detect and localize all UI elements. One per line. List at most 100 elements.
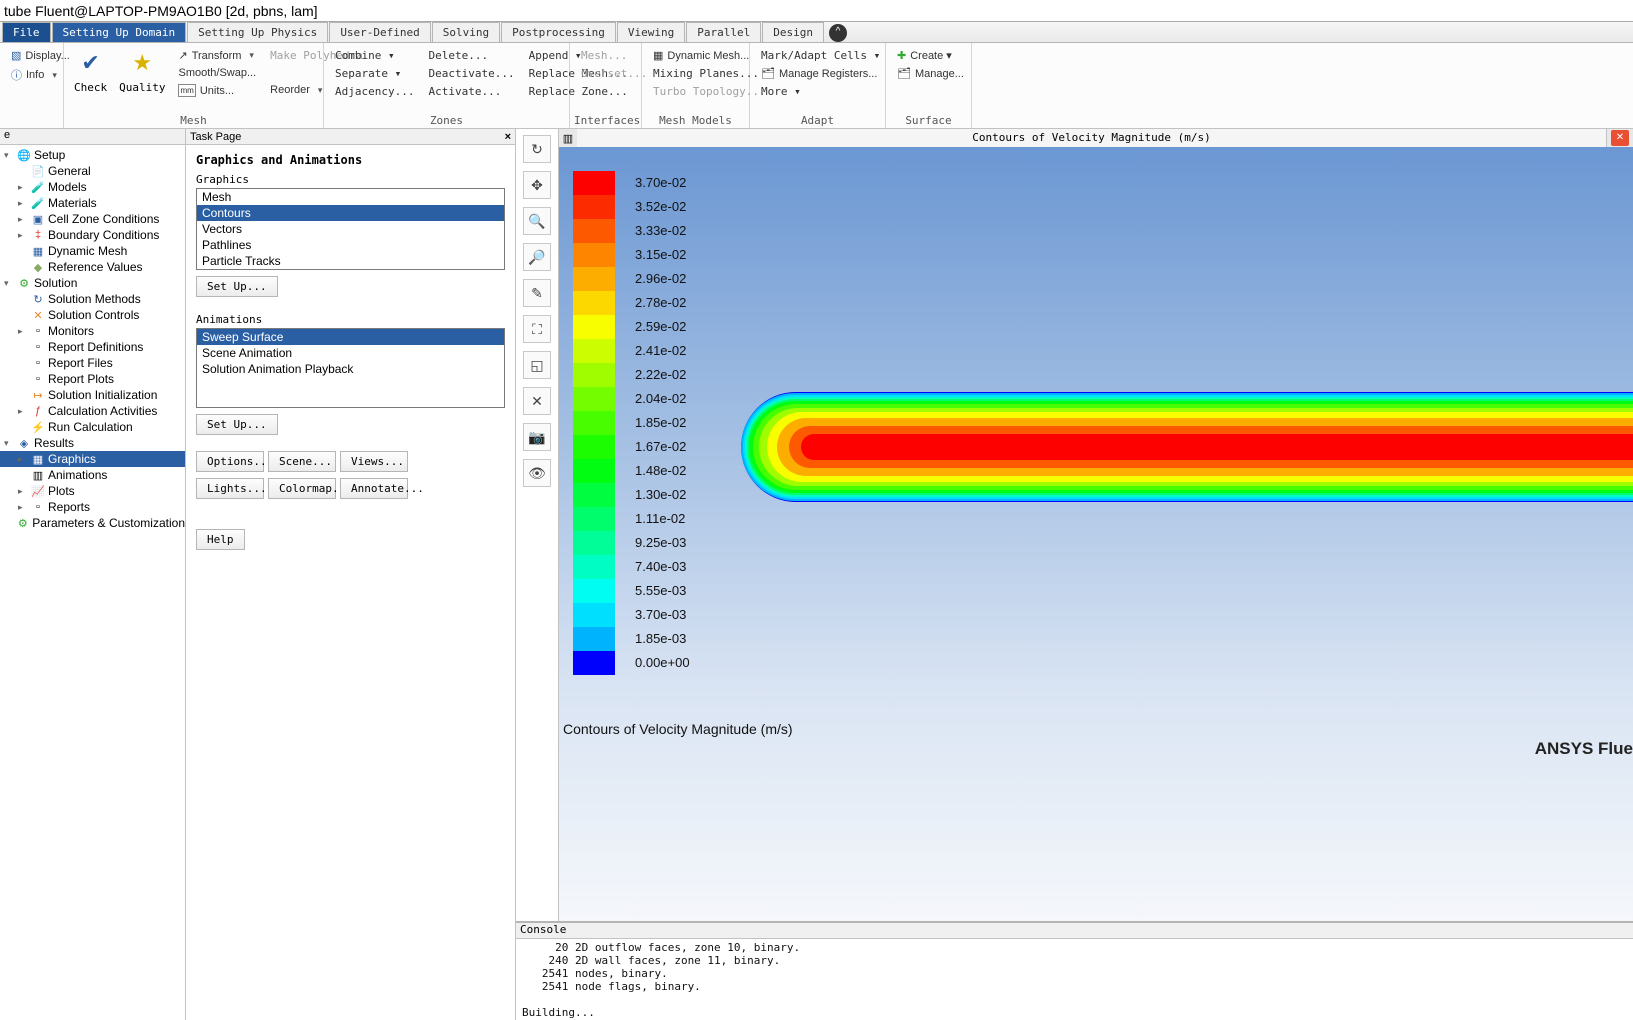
group-mesh-label: Mesh [68, 114, 319, 128]
plot-caption: Contours of Velocity Magnitude (m/s) [563, 721, 793, 737]
graphics-listbox[interactable]: MeshContoursVectorsPathlinesParticle Tra… [196, 188, 505, 270]
tree-item-reference-values[interactable]: ◆Reference Values [0, 259, 185, 275]
task-page-close-icon[interactable]: × [505, 131, 511, 143]
tree-item-report-definitions[interactable]: ▫Report Definitions [0, 339, 185, 355]
console-output[interactable]: 20 2D outflow faces, zone 10, binary. 24… [516, 939, 1633, 1020]
graphics-animations-heading: Graphics and Animations [196, 153, 505, 167]
group-zones-label: Zones [328, 114, 565, 128]
zoomout-icon[interactable]: 🔎 [523, 243, 551, 271]
tree-item-report-plots[interactable]: ▫Report Plots [0, 371, 185, 387]
tree-item-calculation-activities[interactable]: ▸ƒCalculation Activities [0, 403, 185, 419]
separate-button[interactable]: Separate ▾ [331, 65, 418, 82]
activate-button[interactable]: Activate... [424, 83, 518, 100]
tree-item-general[interactable]: 📄General [0, 163, 185, 179]
annotate-button[interactable]: Annotate... [340, 478, 408, 499]
tab-parallel[interactable]: Parallel [686, 22, 761, 42]
tree-item-parameters-customization[interactable]: ⚙Parameters & Customization [0, 515, 185, 531]
color-legend: 3.70e-023.52e-023.33e-023.15e-022.96e-02… [573, 171, 690, 675]
task-page-title: Task Page [190, 131, 241, 143]
tab-file[interactable]: File [2, 22, 51, 42]
canvas-tab-close-icon[interactable]: ✕ [1611, 130, 1629, 146]
graphics-setup-button[interactable]: Set Up... [196, 276, 278, 297]
surface-create-button[interactable]: ✚Create ▾ [893, 47, 968, 64]
outline-tree[interactable]: ▾🌐Setup📄General▸🧪Models▸🧪Materials▸▣Cell… [0, 145, 185, 533]
canvas-tab-title[interactable]: Contours of Velocity Magnitude (m/s) [577, 129, 1607, 147]
adapt-more-button[interactable]: More ▾ [757, 83, 878, 100]
list-item-vectors[interactable]: Vectors [197, 221, 504, 237]
list-item-sweep-surface[interactable]: Sweep Surface [197, 329, 504, 345]
list-item-pathlines[interactable]: Pathlines [197, 237, 504, 253]
group-mesh-models-label: Mesh Models [646, 114, 745, 128]
colormap-button[interactable]: Colormap... [268, 478, 336, 499]
tree-item-models[interactable]: ▸🧪Models [0, 179, 185, 195]
units-button[interactable]: mmUnits... [174, 82, 260, 99]
graphics-canvas[interactable]: 3.70e-023.52e-023.33e-023.15e-022.96e-02… [559, 147, 1633, 921]
interfaces-mesh-button: Mesh... [577, 47, 651, 64]
tree-item-run-calculation[interactable]: ⚡Run Calculation [0, 419, 185, 435]
help-button[interactable]: Help [196, 529, 245, 550]
tree-item-solution-methods[interactable]: ↻Solution Methods [0, 291, 185, 307]
tab-design[interactable]: Design [762, 22, 824, 42]
tree-item-plots[interactable]: ▸📈Plots [0, 483, 185, 499]
tree-item-solution-initialization[interactable]: ↦Solution Initialization [0, 387, 185, 403]
options-button[interactable]: Options... [196, 451, 264, 472]
scene-button[interactable]: Scene... [268, 451, 336, 472]
tree-item-results[interactable]: ▾◈Results [0, 435, 185, 451]
tree-item-report-files[interactable]: ▫Report Files [0, 355, 185, 371]
tab-solving[interactable]: Solving [432, 22, 500, 42]
list-item-mesh[interactable]: Mesh [197, 189, 504, 205]
transform-button[interactable]: ↗Transform▾ [174, 47, 260, 64]
check-button[interactable]: ✔Check [68, 45, 113, 96]
list-item-contours[interactable]: Contours [197, 205, 504, 221]
manage-registers-button[interactable]: 🗂Manage Registers... [757, 65, 878, 82]
views-button[interactable]: Views... [340, 451, 408, 472]
axes-icon[interactable]: ✕ [523, 387, 551, 415]
tab-user-defined[interactable]: User-Defined [329, 22, 430, 42]
delete-button[interactable]: Delete... [424, 47, 518, 64]
sync-icon[interactable]: ↻ [523, 135, 551, 163]
viewport-toolbar: ↻ ✥ 🔍 🔎 ✎ ⛶ ◱ ✕ 📷 👁 [516, 129, 558, 921]
task-buttons-row: Options...Scene...Views... Lights...Color… [196, 445, 505, 499]
tree-item-materials[interactable]: ▸🧪Materials [0, 195, 185, 211]
tree-item-boundary-conditions[interactable]: ▸‡Boundary Conditions [0, 227, 185, 243]
view-icon[interactable]: 👁 [523, 459, 551, 487]
tree-item-solution-controls[interactable]: ✕Solution Controls [0, 307, 185, 323]
console-header: Console [516, 923, 1633, 939]
tab-setting-up-physics[interactable]: Setting Up Physics [187, 22, 328, 42]
animations-listbox[interactable]: Sweep SurfaceScene AnimationSolution Ani… [196, 328, 505, 408]
ribbon-collapse-icon[interactable]: ^ [829, 24, 847, 42]
tree-item-setup[interactable]: ▾🌐Setup [0, 147, 185, 163]
graphics-section-label: Graphics [196, 173, 505, 186]
deactivate-button[interactable]: Deactivate... [424, 65, 518, 82]
fit-icon[interactable]: ⛶ [523, 315, 551, 343]
tree-item-animations[interactable]: ▥Animations [0, 467, 185, 483]
tree-item-solution[interactable]: ▾⚙Solution [0, 275, 185, 291]
quality-button[interactable]: ★Quality [113, 45, 171, 96]
combine-button[interactable]: Combine ▾ [331, 47, 418, 64]
tab-setting-up-domain[interactable]: Setting Up Domain [52, 22, 187, 42]
list-item-particle-tracks[interactable]: Particle Tracks [197, 253, 504, 269]
list-item-solution-animation-playback[interactable]: Solution Animation Playback [197, 361, 504, 377]
tree-item-reports[interactable]: ▸▫Reports [0, 499, 185, 515]
tree-item-cell-zone-conditions[interactable]: ▸▣Cell Zone Conditions [0, 211, 185, 227]
lights-button[interactable]: Lights... [196, 478, 264, 499]
adjacency-button[interactable]: Adjacency... [331, 83, 418, 100]
zoom-area-icon[interactable]: ◱ [523, 351, 551, 379]
surface-manage-button[interactable]: 🗂Manage... [893, 65, 968, 82]
mark-adapt-button[interactable]: Mark/Adapt Cells ▾ [757, 47, 878, 64]
animations-setup-button[interactable]: Set Up... [196, 414, 278, 435]
list-item-scene-animation[interactable]: Scene Animation [197, 345, 504, 361]
smooth-swap-button[interactable]: Smooth/Swap... [174, 65, 260, 81]
task-page-panel: Task Page × Graphics and Animations Graph… [186, 129, 516, 1020]
group-adapt-label: Adapt [754, 114, 881, 128]
tree-item-graphics[interactable]: ▸▦Graphics [0, 451, 185, 467]
window-title: tube Fluent@LAPTOP-PM9AO1B0 [2d, pbns, l… [0, 0, 1633, 22]
tab-viewing[interactable]: Viewing [617, 22, 685, 42]
tree-item-monitors[interactable]: ▸▫Monitors [0, 323, 185, 339]
zoomin-icon[interactable]: 🔍 [523, 207, 551, 235]
tree-item-dynamic-mesh[interactable]: ▦Dynamic Mesh [0, 243, 185, 259]
probe-icon[interactable]: ✎ [523, 279, 551, 307]
tab-postprocessing[interactable]: Postprocessing [501, 22, 616, 42]
move-icon[interactable]: ✥ [523, 171, 551, 199]
camera-icon[interactable]: 📷 [523, 423, 551, 451]
